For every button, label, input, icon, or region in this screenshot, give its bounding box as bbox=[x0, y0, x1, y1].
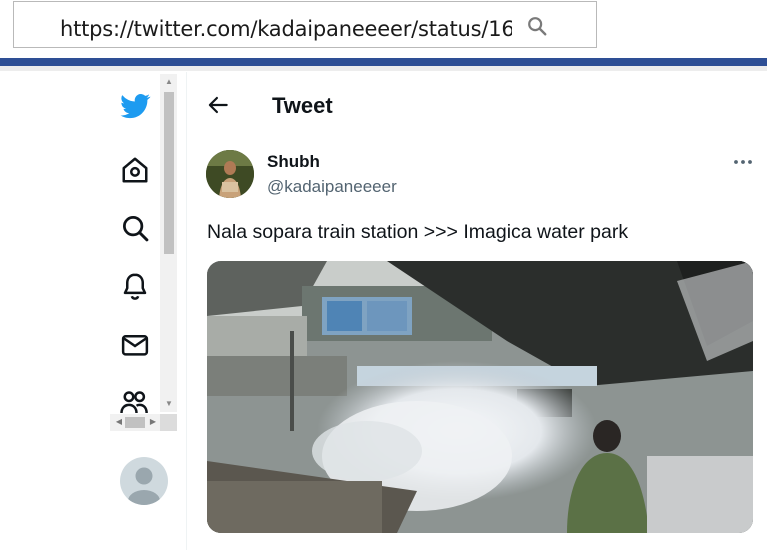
scroll-thumb[interactable] bbox=[164, 92, 174, 254]
nav-vertical-scrollbar[interactable]: ▲ ▼ bbox=[160, 74, 177, 412]
search-icon[interactable] bbox=[526, 15, 548, 37]
more-dots-icon[interactable] bbox=[732, 152, 754, 172]
tweet-video[interactable] bbox=[207, 261, 753, 533]
scroll-right-arrow-icon[interactable]: ▶ bbox=[147, 416, 159, 428]
scrollbar-corner bbox=[160, 414, 177, 431]
browser-divider bbox=[0, 66, 767, 71]
scroll-down-arrow-icon[interactable]: ▼ bbox=[164, 398, 174, 410]
column-divider bbox=[186, 72, 187, 550]
address-bar[interactable]: https://twitter.com/kadaipaneeeer/status… bbox=[13, 1, 597, 48]
scroll-left-arrow-icon[interactable]: ◀ bbox=[113, 416, 125, 428]
author-handle[interactable]: @kadaipaneeeer bbox=[267, 177, 397, 197]
default-avatar-icon bbox=[128, 467, 160, 505]
browser-accent-strip bbox=[0, 58, 767, 66]
page-title: Tweet bbox=[272, 93, 333, 118]
author-avatar[interactable] bbox=[206, 150, 254, 198]
author-name[interactable]: Shubh bbox=[267, 152, 320, 172]
messages-envelope-icon[interactable] bbox=[120, 330, 150, 360]
author-photo bbox=[206, 150, 254, 198]
profile-avatar[interactable] bbox=[120, 457, 168, 505]
url-text[interactable]: https://twitter.com/kadaipaneeeer/status… bbox=[60, 17, 512, 41]
explore-search-icon[interactable] bbox=[120, 213, 150, 243]
video-still-image bbox=[207, 261, 753, 533]
home-icon[interactable] bbox=[120, 155, 150, 185]
h-scroll-thumb[interactable] bbox=[125, 417, 145, 428]
twitter-logo-icon[interactable] bbox=[119, 91, 152, 121]
notifications-bell-icon[interactable] bbox=[120, 271, 150, 301]
back-arrow-icon[interactable] bbox=[205, 92, 231, 118]
tweet-text: Nala sopara train station >>> Imagica wa… bbox=[207, 221, 629, 243]
scroll-up-arrow-icon[interactable]: ▲ bbox=[164, 76, 174, 88]
